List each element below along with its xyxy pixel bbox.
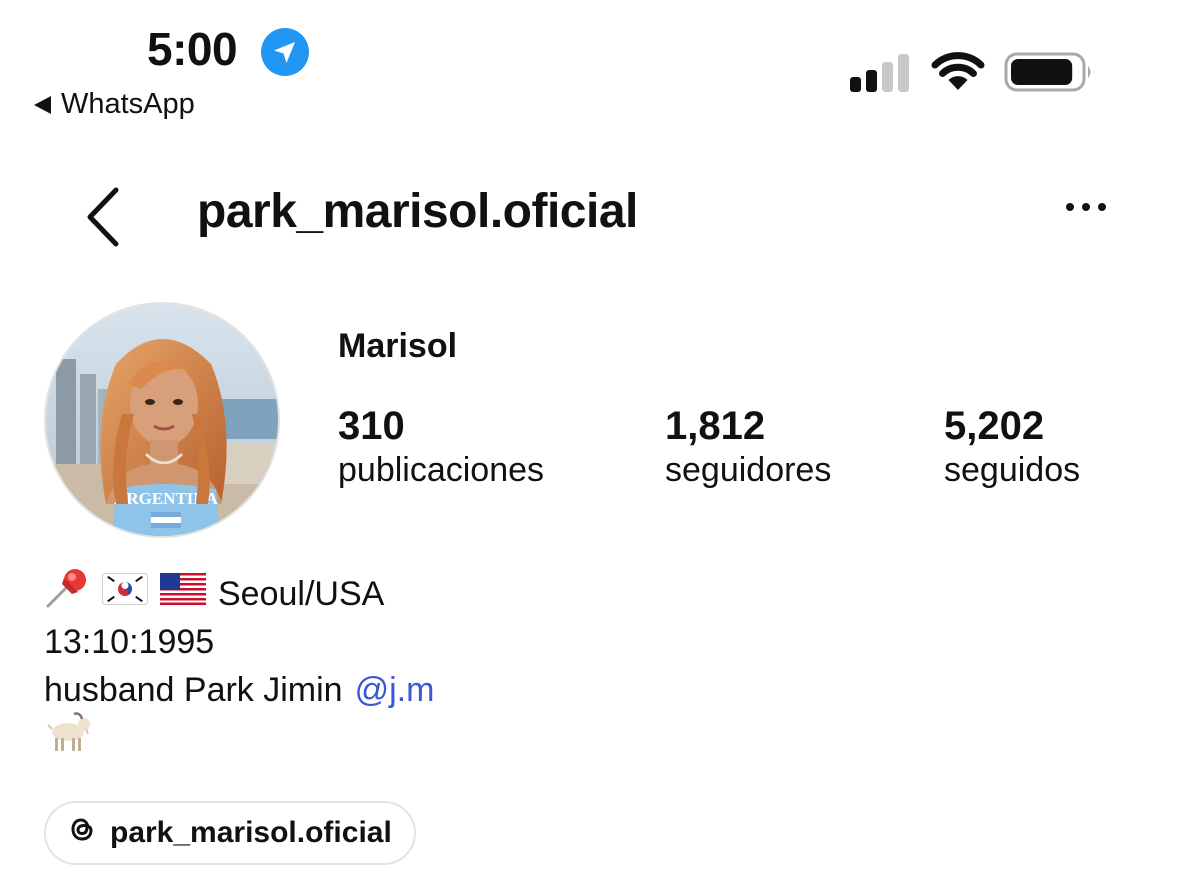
stat-posts-label: publicaciones <box>338 451 545 489</box>
stat-followers[interactable]: 1,812 seguidores <box>665 404 831 494</box>
battery-icon <box>1004 52 1094 97</box>
stat-following-label: seguidos <box>944 451 1081 489</box>
back-to-whatsapp-link[interactable]: WhatsApp <box>34 90 195 119</box>
cellular-signal-icon <box>850 52 912 92</box>
usa-flag-emoji <box>160 570 206 618</box>
threads-icon <box>68 814 96 852</box>
more-options-icon[interactable] <box>1066 203 1106 211</box>
stat-following-value: 5,202 <box>944 404 1045 448</box>
stat-posts-value: 310 <box>338 404 405 448</box>
bio-birthdate: 13:10:1995 <box>44 623 215 661</box>
profile-username-title: park_marisol.oficial <box>197 185 638 238</box>
goat-emoji <box>44 710 92 767</box>
instagram-profile-screen: 5:00 WhatsApp park_marisol.oficial ARGEN… <box>0 0 1200 879</box>
south-korea-flag-emoji <box>102 570 148 618</box>
bio-line-goat <box>44 711 434 762</box>
wifi-icon <box>930 50 986 97</box>
back-app-label: WhatsApp <box>61 88 195 120</box>
stat-following[interactable]: 5,202 seguidos <box>944 404 1080 494</box>
profile-avatar[interactable]: ARGENTINA <box>44 302 280 538</box>
stat-followers-value: 1,812 <box>665 404 766 448</box>
stat-posts[interactable]: 310 publicaciones <box>338 404 544 494</box>
bio-husband-text: husband Park Jimin <box>44 671 343 709</box>
threads-profile-link[interactable]: park_marisol.oficial <box>44 801 416 865</box>
profile-display-name: Marisol <box>338 327 458 365</box>
status-time: 5:00 <box>147 23 238 75</box>
location-arrow-icon <box>261 28 309 76</box>
back-chevron-icon[interactable] <box>84 186 124 253</box>
stat-followers-label: seguidores <box>665 451 832 489</box>
bio-mention-link[interactable]: @j.m <box>355 666 435 714</box>
bio-line-location: Seoul/USA <box>44 568 434 618</box>
bio-location-text: Seoul/USA <box>218 575 385 613</box>
profile-bio: Seoul/USA 13:10:1995 husband Park Jimin … <box>44 568 434 762</box>
threads-link-label: park_marisol.oficial <box>110 816 392 849</box>
back-triangle-icon <box>34 95 51 114</box>
bio-line-husband: husband Park Jimin @j.m <box>44 666 434 714</box>
pushpin-emoji <box>44 566 90 623</box>
